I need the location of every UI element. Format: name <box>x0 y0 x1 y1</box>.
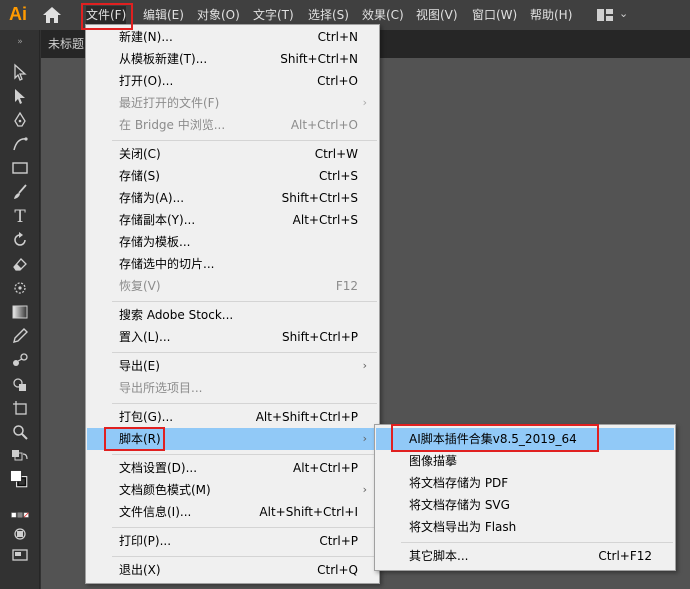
menu-separator <box>112 352 377 353</box>
menu-item-new[interactable]: 新建(N)... Ctrl+N <box>87 26 378 48</box>
warp-tool-icon[interactable] <box>10 279 30 299</box>
selection-tool-icon[interactable] <box>10 63 30 83</box>
submenu-item-image-trace[interactable]: 图像描摹 <box>376 450 674 472</box>
home-icon[interactable] <box>42 6 62 24</box>
chevron-down-icon[interactable]: ⌄ <box>619 7 628 20</box>
chevron-right-icon: › <box>362 96 367 109</box>
menu-item-file-info[interactable]: 文件信息(I)... Alt+Shift+Ctrl+I <box>87 501 378 523</box>
menu-separator <box>112 403 377 404</box>
menu-item-place[interactable]: 置入(L)... Shift+Ctrl+P <box>87 326 378 348</box>
submenu-item-ai-script-plugin-collection[interactable]: AI脚本插件合集v8.5_2019_64 <box>376 428 674 450</box>
menu-item-package[interactable]: 打包(G)... Alt+Shift+Ctrl+P <box>87 406 378 428</box>
menu-separator <box>401 542 673 543</box>
chevron-right-icon: › <box>362 359 367 372</box>
menu-view[interactable]: 视图(V) <box>416 6 458 24</box>
curvature-tool-icon[interactable] <box>10 135 30 155</box>
fill-stroke-swatch[interactable] <box>4 470 34 500</box>
menu-separator <box>112 527 377 528</box>
menu-edit[interactable]: 编辑(E) <box>143 6 184 24</box>
menu-item-save-copy[interactable]: 存储副本(Y)... Alt+Ctrl+S <box>87 209 378 231</box>
submenu-item-save-as-pdf[interactable]: 将文档存储为 PDF <box>376 472 674 494</box>
submenu-item-export-as-flash[interactable]: 将文档导出为 Flash <box>376 516 674 538</box>
menu-item-save-as-template[interactable]: 存储为模板... <box>87 231 378 253</box>
scripts-submenu: AI脚本插件合集v8.5_2019_64 图像描摹 将文档存储为 PDF 将文档… <box>374 424 676 571</box>
tools-panel: » T <box>0 30 40 589</box>
menu-select[interactable]: 选择(S) <box>308 6 349 24</box>
menu-item-save-selected-slices[interactable]: 存储选中的切片... <box>87 253 378 275</box>
drawing-mode-icon[interactable] <box>10 525 30 545</box>
menu-item-new-from-template[interactable]: 从模板新建(T)... Shift+Ctrl+N <box>87 48 378 70</box>
eyedropper-tool-icon[interactable] <box>10 327 30 347</box>
submenu-item-other-script[interactable]: 其它脚本... Ctrl+F12 <box>376 545 674 567</box>
menu-separator <box>112 301 377 302</box>
shape-builder-tool-icon[interactable] <box>10 375 30 395</box>
menu-object[interactable]: 对象(O) <box>197 6 240 24</box>
menu-item-export-selection[interactable]: 导出所选项目... <box>87 377 378 399</box>
chevron-right-icon: › <box>362 432 367 445</box>
menu-item-open-recent[interactable]: 最近打开的文件(F) › <box>87 92 378 114</box>
eraser-tool-icon[interactable] <box>10 255 30 275</box>
menu-item-document-color-mode[interactable]: 文档颜色模式(M) › <box>87 479 378 501</box>
menu-item-print[interactable]: 打印(P)... Ctrl+P <box>87 530 378 552</box>
menu-separator <box>112 556 377 557</box>
chevron-right-icon: › <box>362 483 367 496</box>
swap-fill-stroke-icon[interactable] <box>10 449 30 469</box>
type-tool-icon[interactable]: T <box>10 207 30 227</box>
document-tab[interactable]: 未标题 <box>48 35 84 53</box>
menu-window[interactable]: 窗口(W) <box>472 6 517 24</box>
menu-type[interactable]: 文字(T) <box>253 6 294 24</box>
rectangle-tool-icon[interactable] <box>10 159 30 179</box>
paintbrush-tool-icon[interactable] <box>10 183 30 203</box>
menu-separator <box>112 140 377 141</box>
collapse-panel-icon[interactable]: » <box>10 32 30 52</box>
menu-item-browse-in-bridge[interactable]: 在 Bridge 中浏览... Alt+Ctrl+O <box>87 114 378 136</box>
zoom-tool-icon[interactable] <box>10 423 30 443</box>
menu-item-search-adobe-stock[interactable]: 搜索 Adobe Stock... <box>87 304 378 326</box>
screen-mode-icon[interactable] <box>10 546 30 566</box>
menu-item-export[interactable]: 导出(E) › <box>87 355 378 377</box>
menu-item-scripts[interactable]: 脚本(R) › <box>87 428 378 450</box>
menu-item-save-as[interactable]: 存储为(A)... Shift+Ctrl+S <box>87 187 378 209</box>
artboard-tool-icon[interactable] <box>10 399 30 419</box>
menu-item-exit[interactable]: 退出(X) Ctrl+Q <box>87 559 378 581</box>
workspace-layout-icon[interactable] <box>597 9 613 21</box>
gradient-tool-icon[interactable] <box>10 303 30 323</box>
menu-item-close[interactable]: 关闭(C) Ctrl+W <box>87 143 378 165</box>
menu-item-save[interactable]: 存储(S) Ctrl+S <box>87 165 378 187</box>
menu-item-open[interactable]: 打开(O)... Ctrl+O <box>87 70 378 92</box>
menu-help[interactable]: 帮助(H) <box>530 6 572 24</box>
menu-separator <box>112 454 377 455</box>
direct-selection-tool-icon[interactable] <box>10 87 30 107</box>
menu-item-document-setup[interactable]: 文档设置(D)... Alt+Ctrl+P <box>87 457 378 479</box>
menu-file[interactable]: 文件(F) <box>86 6 127 24</box>
app-logo: Ai <box>9 4 27 24</box>
submenu-item-save-as-svg[interactable]: 将文档存储为 SVG <box>376 494 674 516</box>
menu-item-revert[interactable]: 恢复(V) F12 <box>87 275 378 297</box>
file-menu: 新建(N)... Ctrl+N 从模板新建(T)... Shift+Ctrl+N 打… <box>85 24 380 584</box>
pen-tool-icon[interactable] <box>10 111 30 131</box>
rotate-tool-icon[interactable] <box>10 231 30 251</box>
menu-effect[interactable]: 效果(C) <box>362 6 404 24</box>
color-mode-buttons[interactable] <box>4 506 36 518</box>
blend-tool-icon[interactable] <box>10 351 30 371</box>
